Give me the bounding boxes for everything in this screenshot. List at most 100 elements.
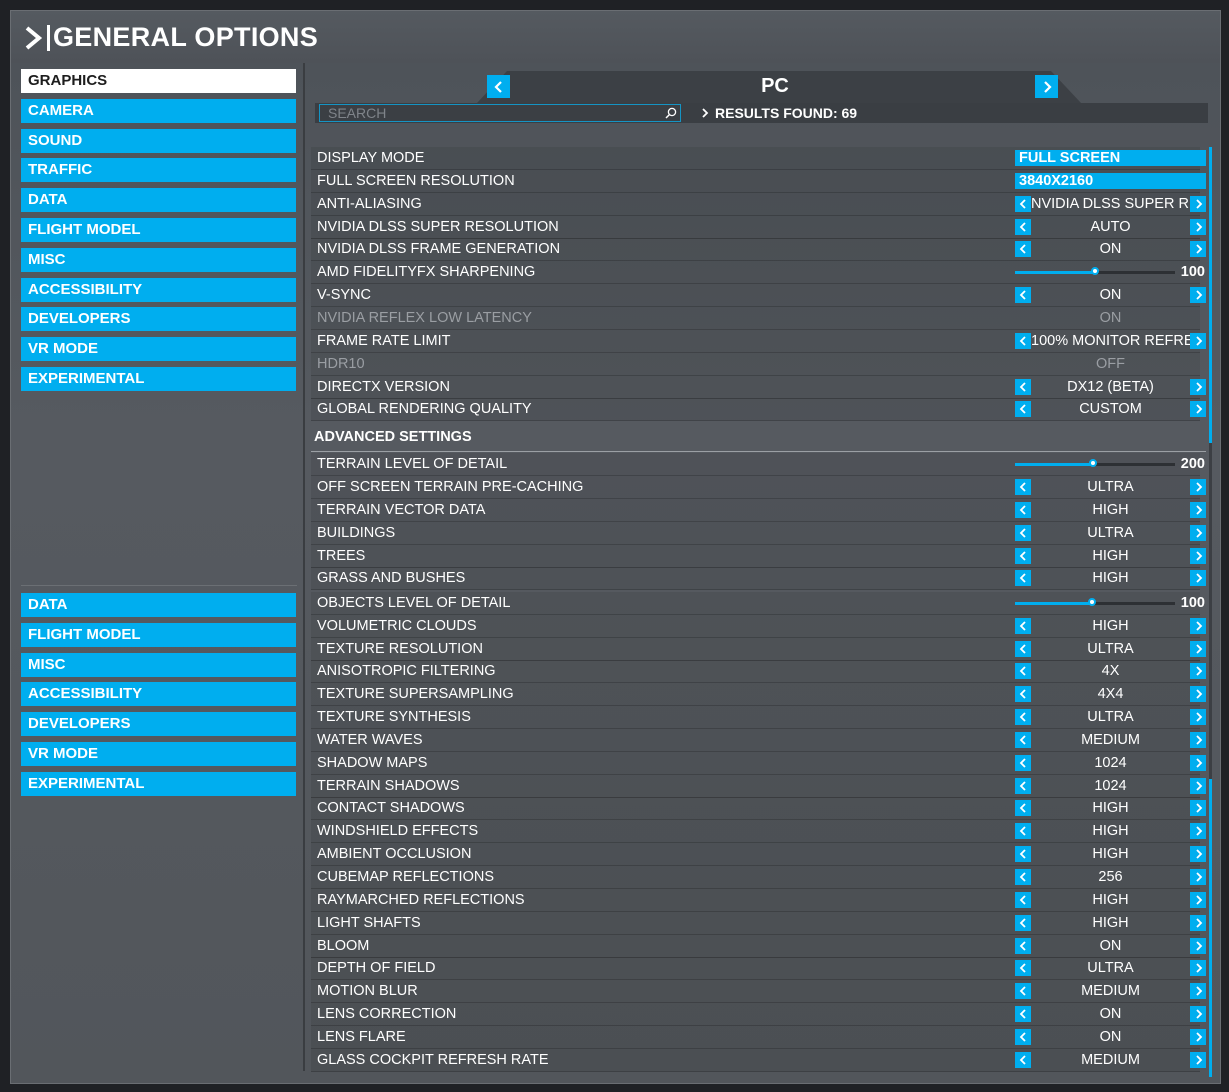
sidebar-item-data[interactable]: DATA bbox=[21, 593, 296, 617]
setting-row-frame-rate-limit[interactable]: FRAME RATE LIMIT 100% MONITOR REFRES bbox=[311, 329, 1206, 353]
prev-value-button[interactable] bbox=[1015, 846, 1031, 863]
prev-platform-button[interactable] bbox=[487, 75, 510, 98]
setting-row-lens-flare[interactable]: LENS FLARE ON bbox=[311, 1025, 1206, 1049]
setting-selector[interactable]: 4X4 bbox=[1015, 686, 1206, 703]
next-value-button[interactable] bbox=[1190, 218, 1206, 235]
prev-value-button[interactable] bbox=[1015, 937, 1031, 954]
next-value-button[interactable] bbox=[1190, 869, 1206, 885]
setting-selector[interactable]: ON bbox=[1015, 1006, 1206, 1023]
prev-value-button[interactable] bbox=[1015, 195, 1031, 212]
sidebar-item-experimental[interactable]: EXPERIMENTAL bbox=[21, 367, 296, 391]
prev-value-button[interactable] bbox=[1015, 983, 1031, 1000]
next-platform-button[interactable] bbox=[1035, 75, 1058, 98]
setting-row-grass-and-bushes[interactable]: GRASS AND BUSHES HIGH bbox=[311, 567, 1206, 591]
next-value-button[interactable] bbox=[1190, 686, 1206, 703]
setting-row-objects-level-of-detail[interactable]: OBJECTS LEVEL OF DETAIL 100 bbox=[311, 591, 1205, 615]
setting-selector[interactable]: HIGH bbox=[1015, 846, 1206, 863]
sidebar-item-misc[interactable]: MISC bbox=[21, 652, 296, 677]
setting-row-shadow-maps[interactable]: SHADOW MAPS 1024 bbox=[311, 751, 1206, 775]
next-value-button[interactable] bbox=[1190, 640, 1206, 657]
prev-value-button[interactable] bbox=[1015, 960, 1031, 977]
prev-value-button[interactable] bbox=[1015, 524, 1031, 541]
setting-selector[interactable]: MEDIUM bbox=[1015, 983, 1206, 1000]
prev-value-button[interactable] bbox=[1015, 547, 1031, 564]
next-value-button[interactable] bbox=[1190, 479, 1206, 496]
setting-row-texture-supersampling[interactable]: TEXTURE SUPERSAMPLING 4X4 bbox=[311, 683, 1206, 707]
sidebar-item-vr-mode[interactable]: VR MODE bbox=[21, 742, 296, 766]
next-value-button[interactable] bbox=[1190, 378, 1206, 395]
next-value-button[interactable] bbox=[1190, 709, 1206, 726]
sidebar-item-developers[interactable]: DEVELOPERS bbox=[21, 712, 296, 737]
next-value-button[interactable] bbox=[1190, 570, 1206, 587]
slider-handle[interactable] bbox=[1091, 267, 1099, 276]
prev-value-button[interactable] bbox=[1015, 663, 1031, 680]
setting-selector[interactable]: 1024 bbox=[1015, 754, 1206, 772]
slider-handle[interactable] bbox=[1089, 459, 1098, 468]
next-value-button[interactable] bbox=[1190, 937, 1206, 954]
setting-selector[interactable]: HIGH bbox=[1015, 570, 1206, 587]
setting-row-anti-aliasing[interactable]: ANTI-ALIASING NVIDIA DLSS SUPER RES bbox=[311, 192, 1206, 216]
setting-row-display-mode[interactable]: DISPLAY MODE FULL SCREEN bbox=[311, 147, 1206, 170]
next-value-button[interactable] bbox=[1190, 501, 1206, 518]
setting-selector[interactable]: 100% MONITOR REFRES bbox=[1015, 332, 1206, 350]
search-input[interactable]: SEARCH bbox=[319, 104, 681, 122]
setting-row-motion-blur[interactable]: MOTION BLUR MEDIUM bbox=[311, 980, 1206, 1004]
sidebar-item-data[interactable]: DATA bbox=[21, 188, 296, 213]
prev-value-button[interactable] bbox=[1015, 891, 1031, 908]
setting-selector[interactable]: ULTRA bbox=[1015, 709, 1206, 726]
search-icon[interactable] bbox=[665, 107, 677, 119]
setting-selector[interactable]: MEDIUM bbox=[1015, 731, 1206, 749]
setting-row-contact-shadows[interactable]: CONTACT SHADOWS HIGH bbox=[311, 797, 1206, 821]
next-value-button[interactable] bbox=[1190, 332, 1206, 349]
scrollbar[interactable] bbox=[1209, 147, 1212, 1077]
prev-value-button[interactable] bbox=[1015, 823, 1031, 840]
setting-selector[interactable]: HIGH bbox=[1015, 547, 1206, 565]
setting-selector[interactable]: HIGH bbox=[1015, 914, 1206, 932]
prev-value-button[interactable] bbox=[1015, 241, 1031, 258]
sidebar-item-traffic[interactable]: TRAFFIC bbox=[21, 158, 296, 183]
setting-row-buildings[interactable]: BUILDINGS ULTRA bbox=[311, 521, 1206, 545]
setting-row-nvidia-dlss-super-resolution[interactable]: NVIDIA DLSS SUPER RESOLUTION AUTO bbox=[311, 215, 1206, 239]
setting-selector[interactable]: HIGH bbox=[1015, 617, 1206, 635]
scrollbar-thumb[interactable] bbox=[1209, 147, 1212, 443]
setting-selector[interactable]: ULTRA bbox=[1015, 524, 1206, 542]
prev-value-button[interactable] bbox=[1015, 287, 1031, 304]
setting-selector[interactable]: ON bbox=[1015, 241, 1206, 258]
setting-selector[interactable]: ULTRA bbox=[1015, 479, 1206, 496]
next-value-button[interactable] bbox=[1190, 547, 1206, 564]
prev-value-button[interactable] bbox=[1015, 1006, 1031, 1023]
setting-selector[interactable]: DX12 (BETA) bbox=[1015, 378, 1206, 396]
sidebar-item-developers[interactable]: DEVELOPERS bbox=[21, 307, 296, 332]
prev-value-button[interactable] bbox=[1015, 731, 1031, 748]
setting-row-anisotropic-filtering[interactable]: ANISOTROPIC FILTERING 4X bbox=[311, 660, 1206, 684]
next-value-button[interactable] bbox=[1190, 891, 1206, 908]
prev-value-button[interactable] bbox=[1015, 401, 1031, 418]
setting-dropdown[interactable]: 3840X2160 bbox=[1015, 172, 1206, 189]
sidebar-item-misc[interactable]: MISC bbox=[21, 247, 296, 272]
setting-row-amd-fidelityfx-sharpening[interactable]: AMD FIDELITYFX SHARPENING 100 bbox=[311, 261, 1205, 285]
setting-selector[interactable]: 1024 bbox=[1015, 777, 1206, 795]
setting-row-depth-of-field[interactable]: DEPTH OF FIELD ULTRA bbox=[311, 957, 1206, 981]
slider-handle[interactable] bbox=[1087, 597, 1096, 606]
setting-row-terrain-vector-data[interactable]: TERRAIN VECTOR DATA HIGH bbox=[311, 498, 1206, 522]
setting-row-windshield-effects[interactable]: WINDSHIELD EFFECTS HIGH bbox=[311, 820, 1206, 844]
sidebar-item-sound[interactable]: SOUND bbox=[21, 128, 296, 153]
setting-selector[interactable]: ON bbox=[1015, 287, 1206, 304]
setting-row-bloom[interactable]: BLOOM ON bbox=[311, 934, 1206, 958]
scrollbar-thumb-lower[interactable] bbox=[1209, 779, 1212, 1077]
next-value-button[interactable] bbox=[1190, 800, 1206, 817]
prev-value-button[interactable] bbox=[1015, 1051, 1031, 1068]
setting-row-water-waves[interactable]: WATER WAVES MEDIUM bbox=[311, 728, 1206, 752]
prev-value-button[interactable] bbox=[1015, 1028, 1031, 1045]
setting-row-nvidia-dlss-frame-generation[interactable]: NVIDIA DLSS FRAME GENERATION ON bbox=[311, 238, 1206, 262]
setting-selector[interactable]: HIGH bbox=[1015, 800, 1206, 817]
sidebar-item-flight-model[interactable]: FLIGHT MODEL bbox=[21, 218, 296, 242]
prev-value-button[interactable] bbox=[1015, 378, 1031, 395]
setting-row-cubemap-reflections[interactable]: CUBEMAP REFLECTIONS 256 bbox=[311, 866, 1206, 889]
next-value-button[interactable] bbox=[1190, 241, 1206, 258]
setting-row-light-shafts[interactable]: LIGHT SHAFTS HIGH bbox=[311, 911, 1206, 935]
setting-row-texture-resolution[interactable]: TEXTURE RESOLUTION ULTRA bbox=[311, 637, 1206, 661]
next-value-button[interactable] bbox=[1190, 823, 1206, 840]
sidebar-item-flight-model[interactable]: FLIGHT MODEL bbox=[21, 622, 296, 647]
setting-row-full-screen-resolution[interactable]: FULL SCREEN RESOLUTION 3840X2160 bbox=[311, 169, 1206, 193]
